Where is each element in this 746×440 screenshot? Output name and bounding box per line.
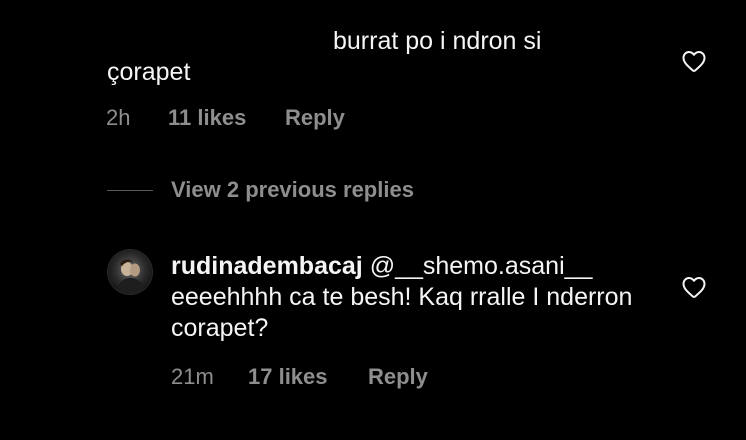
view-previous-replies-button[interactable]: View 2 previous replies	[171, 176, 414, 204]
comment-timestamp: 2h	[106, 105, 131, 130]
reply-username[interactable]: rudinadembacaj	[171, 252, 363, 280]
comment-text-line2: çorapet	[107, 58, 191, 86]
reply-text: eeeehhhh ca te besh! Kaq rralle I nderro…	[171, 283, 633, 342]
reply-likes-count[interactable]: 17 likes	[248, 364, 328, 390]
comment-text-line1: burrat po i ndron si	[333, 27, 542, 55]
reply-mention[interactable]: @__shemo.asani__	[370, 252, 593, 280]
reply-timestamp: 21m	[171, 364, 214, 389]
heart-outline-icon	[682, 277, 706, 298]
user-avatar-photo	[108, 250, 152, 294]
heart-outline-icon	[682, 51, 706, 72]
comment-reply-button[interactable]: Reply	[285, 105, 345, 131]
avatar[interactable]	[108, 250, 152, 294]
comment-likes-count[interactable]: 11 likes	[168, 105, 246, 131]
heart-icon[interactable]	[680, 273, 708, 301]
replies-divider-line	[107, 190, 153, 191]
heart-icon[interactable]	[680, 47, 708, 75]
reply-reply-button[interactable]: Reply	[368, 364, 428, 390]
reply-comment-body: rudinadembacaj @__shemo.asani__ eeeehhhh…	[171, 251, 671, 344]
